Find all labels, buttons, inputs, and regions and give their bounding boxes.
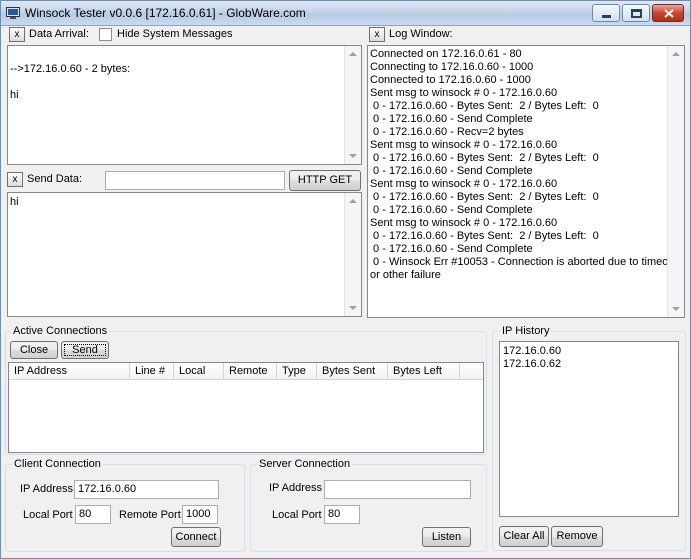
data-arrival-content: -->172.16.0.60 - 2 bytes: hi [10,63,131,101]
listen-button[interactable]: Listen [422,527,471,547]
log-line: 0 - 172.16.0.60 - Send Complete [370,113,533,125]
log-lines: Connected on 172.16.0.61 - 80 Connecting … [370,48,678,282]
hide-system-messages-label: Hide System Messages [117,28,233,40]
send-data-input[interactable] [105,171,285,190]
active-connections-title: Active Connections [11,325,110,337]
col-bytes-sent[interactable]: Bytes Sent [317,363,388,379]
server-local-port-input[interactable]: 80 [324,505,360,524]
log-line: 0 - 172.16.0.60 - Bytes Sent: 2 / Bytes … [370,100,599,112]
send-button[interactable]: Send [61,341,109,359]
col-ip-address[interactable]: IP Address [9,363,130,379]
send-data-label: Send Data: [27,173,83,185]
log-line: Sent msg to winsock # 0 - 172.16.0.60 [370,217,558,229]
client-local-port-label: Local Port [23,509,73,521]
connections-table-header: IP Address Line # Local Remote Type Byte… [9,363,483,380]
col-line-number[interactable]: Line # [130,363,174,379]
log-line: 0 - 172.16.0.60 - Bytes Sent: 2 / Bytes … [370,230,599,242]
col-local[interactable]: Local [174,363,224,379]
col-type[interactable]: Type [277,363,317,379]
data-arrival-scrollbar[interactable] [344,46,361,164]
app-icon [6,7,20,19]
scroll-down-icon[interactable] [672,307,680,311]
server-local-port-label: Local Port [272,509,322,521]
hide-system-messages-checkbox[interactable] [99,28,112,41]
log-window-scrollbar[interactable] [667,46,684,317]
server-ip-label: IP Address [269,482,322,494]
scroll-up-icon[interactable] [672,52,680,56]
col-bytes-left[interactable]: Bytes Left [388,363,460,379]
client-connection-title: Client Connection [12,458,103,470]
log-line: 0 - 172.16.0.60 - Bytes Sent: 2 / Bytes … [370,152,599,164]
client-ip-input[interactable]: 172.16.0.60 [74,480,219,499]
close-window-button[interactable] [652,4,684,22]
title-bar[interactable]: Winsock Tester v0.0.6 [172.16.0.61] - Gl… [1,1,690,26]
log-line: 0 - 172.16.0.60 - Send Complete [370,204,533,216]
log-window-textbox[interactable]: Connected on 172.16.0.61 - 80 Connecting … [367,45,685,318]
ip-history-item[interactable]: 172.16.0.62 [503,358,561,371]
scroll-up-icon[interactable] [349,52,357,56]
log-line: Sent msg to winsock # 0 - 172.16.0.60 [370,139,558,151]
scroll-down-icon[interactable] [349,154,357,158]
log-line: 0 - 172.16.0.60 - Bytes Sent: 2 / Bytes … [370,191,599,203]
log-line: 0 - Winsock Err #10053 - Connection is a… [370,256,678,268]
remove-button[interactable]: Remove [551,526,603,547]
send-data-textbox[interactable]: hi [7,192,362,317]
log-line: Sent msg to winsock # 0 - 172.16.0.60 [370,178,558,190]
log-line: Sent msg to winsock # 0 - 172.16.0.60 [370,87,558,99]
server-ip-input[interactable] [324,480,471,499]
client-ip-label: IP Address [20,483,73,495]
log-line: or other failure [370,269,441,281]
scroll-up-icon[interactable] [349,199,357,203]
clear-all-button[interactable]: Clear All [499,526,549,547]
connections-table[interactable]: IP Address Line # Local Remote Type Byte… [8,362,484,453]
server-connection-title: Server Connection [257,458,353,470]
maximize-icon [631,9,642,18]
data-arrival-textbox[interactable]: -->172.16.0.60 - 2 bytes: hi [7,45,362,165]
send-data-scrollbar[interactable] [344,193,361,316]
connect-button[interactable]: Connect [171,527,221,547]
log-line: Connected on 172.16.0.61 - 80 [370,48,522,60]
ip-history-items: 172.16.0.60 172.16.0.62 [503,345,561,371]
ip-history-title: IP History [500,325,552,337]
close-connection-button[interactable]: Close [10,341,58,359]
ip-history-list[interactable]: 172.16.0.60 172.16.0.62 [499,341,679,517]
minimize-button[interactable] [592,4,620,22]
data-arrival-close-button[interactable]: x [9,27,25,42]
log-line: Connecting to 172.16.0.60 - 1000 [370,61,534,73]
log-window-label: Log Window: [389,28,453,40]
minimize-icon [602,15,611,18]
log-line: 0 - 172.16.0.60 - Send Complete [370,243,533,255]
col-remote[interactable]: Remote [224,363,277,379]
ip-history-item[interactable]: 172.16.0.60 [503,345,561,358]
client-remote-port-label: Remote Port [119,509,181,521]
scroll-down-icon[interactable] [349,306,357,310]
maximize-button[interactable] [622,4,650,22]
client-remote-port-input[interactable]: 1000 [182,505,218,524]
client-local-port-input[interactable]: 80 [75,505,111,524]
log-window-close-button[interactable]: x [369,27,385,42]
send-data-close-button[interactable]: x [7,172,23,187]
http-get-button[interactable]: HTTP GET [289,170,361,191]
log-line: Connected to 172.16.0.60 - 1000 [370,74,531,86]
app-window: Winsock Tester v0.0.6 [172.16.0.61] - Gl… [0,0,691,559]
data-arrival-label: Data Arrival: [29,28,89,40]
send-data-content: hi [10,196,19,208]
log-line: 0 - 172.16.0.60 - Recv=2 bytes [370,126,524,138]
log-line: 0 - 172.16.0.60 - Send Complete [370,165,533,177]
window-title: Winsock Tester v0.0.6 [172.16.0.61] - Gl… [25,6,306,20]
close-icon [664,9,674,18]
